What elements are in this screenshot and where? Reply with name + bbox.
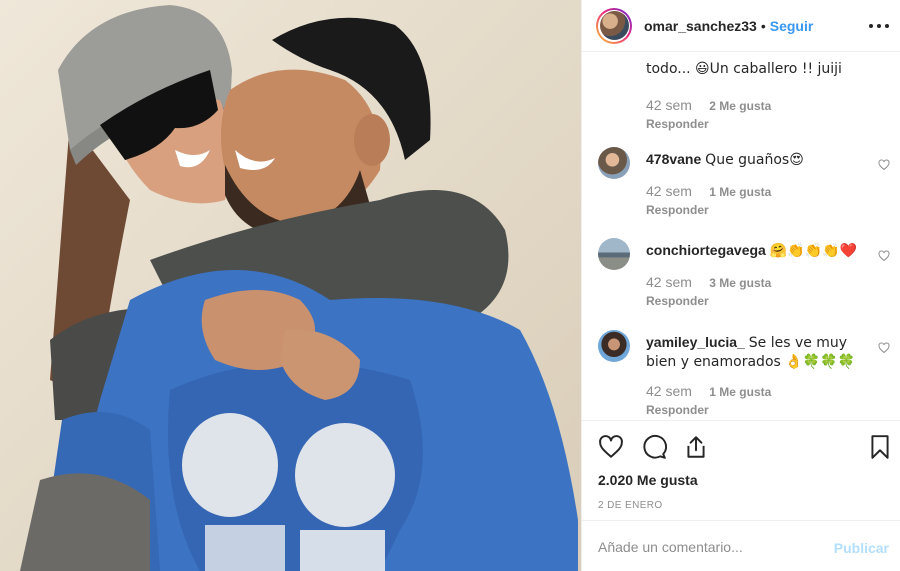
author-avatar-image — [599, 11, 629, 40]
comment-icon[interactable] — [641, 434, 667, 460]
post-photo[interactable] — [0, 0, 581, 571]
reply-button[interactable]: Responder — [646, 403, 709, 417]
commenter-avatar[interactable] — [598, 238, 630, 270]
post-date[interactable]: 2 DE ENERO — [598, 500, 663, 511]
comment-meta: 42 sem 3 Me gusta — [646, 274, 771, 290]
commenter-avatar[interactable] — [598, 147, 630, 179]
comment-likes[interactable]: 3 Me gusta — [709, 276, 771, 290]
post-photo-image — [0, 0, 581, 571]
post-side-panel: omar_sanchez33 • Seguir todo... 😃Un caba… — [581, 0, 900, 571]
comment-likes[interactable]: 2 Me gusta — [709, 99, 771, 113]
comment-likes[interactable]: 1 Me gusta — [709, 185, 771, 199]
publish-button[interactable]: Publicar — [834, 540, 889, 556]
reply-button[interactable]: Responder — [646, 117, 709, 131]
commenter-username[interactable]: yamiley_lucia_ — [646, 334, 745, 350]
author-avatar-frame — [598, 9, 630, 42]
like-comment-heart-icon[interactable] — [878, 342, 890, 354]
comment-composer: Publicar — [582, 520, 900, 571]
comment-text: 478vane Que guaños😍 — [646, 150, 876, 169]
post-header: omar_sanchez33 • Seguir — [582, 0, 900, 52]
commenter-username[interactable]: conchiortegavega — [646, 242, 766, 258]
commenter-avatar[interactable] — [598, 330, 630, 362]
comment-time[interactable]: 42 sem — [646, 274, 692, 290]
likes-count[interactable]: 2.020 Me gusta — [598, 472, 698, 488]
more-dot — [869, 24, 873, 28]
comment-text-content: Que guaños😍 — [705, 152, 804, 168]
comment-text: todo... 😃Un caballero !! juiji — [646, 59, 876, 78]
more-dot — [885, 24, 889, 28]
follow-button[interactable]: Seguir — [770, 18, 814, 34]
commenter-username[interactable]: 478vane — [646, 151, 701, 167]
comment-meta: 42 sem 1 Me gusta — [646, 383, 771, 399]
comment-time[interactable]: 42 sem — [646, 97, 692, 113]
comment-input[interactable] — [598, 537, 818, 557]
more-dot — [877, 24, 881, 28]
more-options-icon[interactable] — [869, 16, 889, 36]
share-icon[interactable] — [683, 434, 709, 460]
comment-text-content: todo... 😃Un caballero !! juiji — [646, 61, 842, 77]
reply-button[interactable]: Responder — [646, 294, 709, 308]
heart-icon[interactable] — [598, 434, 624, 460]
comment-time[interactable]: 42 sem — [646, 383, 692, 399]
header-separator: • — [760, 17, 766, 34]
like-comment-heart-icon[interactable] — [878, 250, 890, 262]
comment-text: yamiley_lucia_ Se les ve muy bien y enam… — [646, 333, 876, 371]
comment-meta: 42 sem 1 Me gusta — [646, 183, 771, 199]
author-username[interactable]: omar_sanchez33 — [644, 18, 757, 34]
comment-meta: 42 sem 2 Me gusta — [646, 97, 771, 113]
like-comment-heart-icon[interactable] — [878, 159, 890, 171]
comment-text-content: 🤗👏👏👏❤️ — [769, 243, 857, 259]
reply-button[interactable]: Responder — [646, 203, 709, 217]
comment-likes[interactable]: 1 Me gusta — [709, 385, 771, 399]
comment-text: conchiortegavega 🤗👏👏👏❤️ — [646, 241, 876, 260]
author-avatar[interactable] — [596, 7, 632, 44]
bookmark-icon[interactable] — [867, 434, 893, 460]
comment-time[interactable]: 42 sem — [646, 183, 692, 199]
comments-list[interactable]: todo... 😃Un caballero !! juiji 42 sem 2 … — [582, 53, 900, 420]
